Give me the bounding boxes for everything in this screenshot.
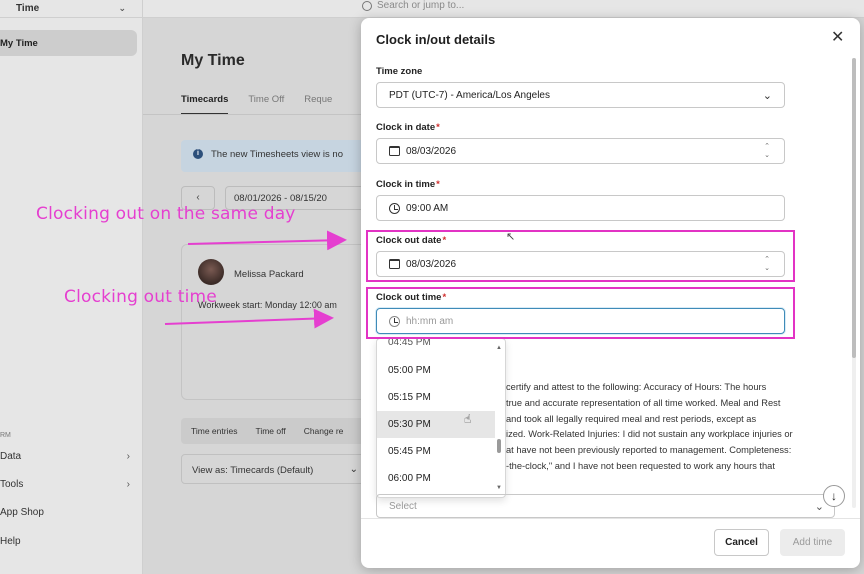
- mouse-pointer-icon: ↖: [506, 231, 516, 243]
- arrow-out-time: [164, 308, 334, 329]
- arrow-same-day: [187, 230, 347, 251]
- annotation-arrows: [164, 230, 347, 329]
